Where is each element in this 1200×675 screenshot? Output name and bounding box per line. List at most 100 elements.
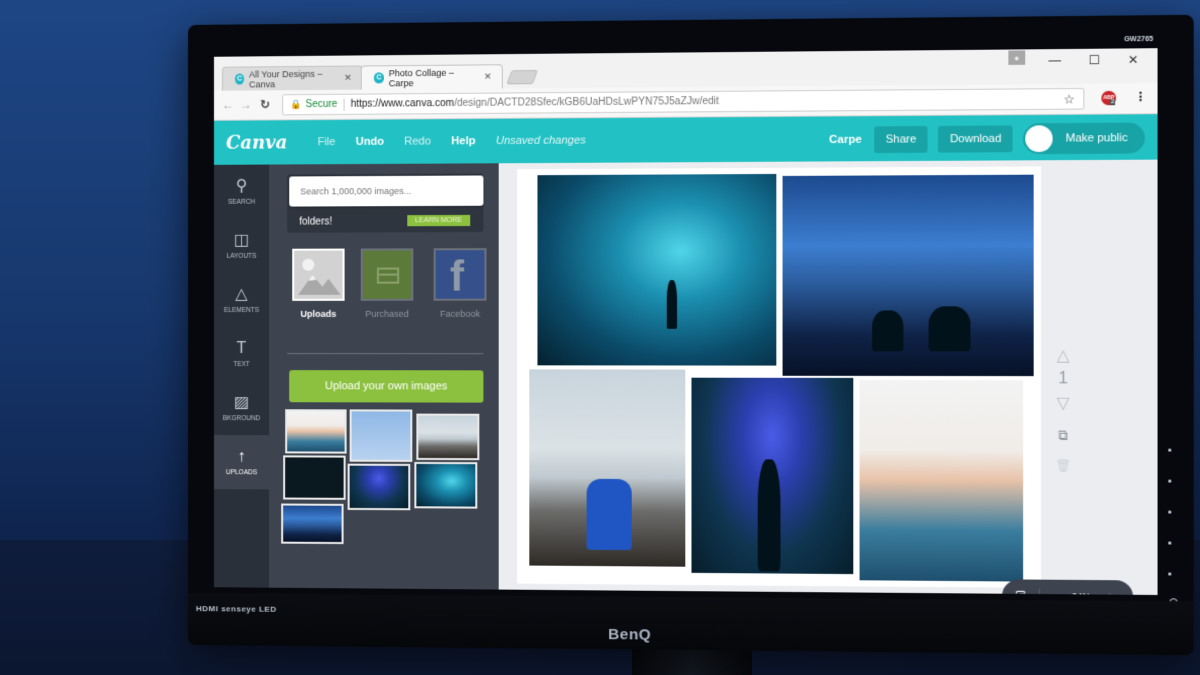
source-facebook[interactable]: f Facebook: [424, 248, 495, 319]
close-tab-icon[interactable]: ✕: [484, 71, 492, 82]
menu-redo[interactable]: Redo: [404, 135, 431, 147]
rail-item-uploads[interactable]: ↑ UPLOADS: [213, 435, 270, 490]
address-bar[interactable]: 🔒 Secure https://www.canva.com /design/D…: [282, 87, 1085, 116]
menu-file[interactable]: File: [318, 136, 336, 148]
design-page[interactable]: [517, 166, 1042, 588]
source-uploads[interactable]: Uploads: [283, 248, 354, 319]
duplicate-page-icon[interactable]: ⧉: [1051, 428, 1076, 445]
upload-thumbnail[interactable]: [281, 503, 344, 545]
close-tab-icon[interactable]: ✕: [344, 73, 352, 84]
menu-undo[interactable]: Undo: [356, 136, 384, 148]
make-public-label: Make public: [1065, 131, 1128, 145]
upload-thumbnail[interactable]: [347, 463, 411, 511]
monitor-model-label: GW2765: [1123, 35, 1154, 44]
back-icon[interactable]: ←: [222, 98, 234, 112]
monitor: GW2765 C All Your Designs – Canva ✕ C Ph…: [188, 14, 1194, 656]
upload-thumbnail[interactable]: [283, 455, 346, 500]
tab-title: Photo Collage – Carpe: [388, 67, 454, 88]
secure-label: Secure: [305, 98, 338, 111]
upload-thumbnail[interactable]: [414, 461, 478, 509]
monitor-button[interactable]: [1168, 541, 1172, 545]
rail-item-elements[interactable]: △ ELEMENTS: [214, 273, 269, 327]
rail-item-text[interactable]: T TEXT: [214, 327, 269, 381]
rail-item-search[interactable]: ⚲ SEARCH: [214, 165, 269, 219]
collage-photo-blue-smoke[interactable]: [689, 375, 856, 577]
page-down-icon[interactable]: ▽: [1051, 393, 1076, 414]
share-button[interactable]: Share: [874, 126, 928, 153]
page-number: 1: [1058, 369, 1068, 388]
editor-sidebar-rail: ⚲ SEARCH ◫ LAYOUTS △ ELEMENTS T TEXT ▨ B…: [213, 164, 270, 588]
source-label: Uploads: [300, 308, 337, 319]
source-label: Facebook: [439, 308, 481, 319]
maximize-icon[interactable]: ☐: [1089, 53, 1100, 68]
promo-text: folders!: [299, 216, 333, 228]
design-name[interactable]: Carpe: [829, 134, 862, 146]
zoom-controls: ⎚ − 64% +: [1002, 579, 1134, 596]
upload-thumbnail[interactable]: [285, 409, 347, 454]
brand-logo: BenQ: [608, 625, 652, 644]
upload-arrow-icon: ↑: [237, 448, 246, 466]
collage-photo-ice-cave[interactable]: [535, 171, 779, 368]
forward-icon[interactable]: →: [240, 98, 252, 112]
design-canvas-area: △ 1 ▽ ⧉ 🗑 ⎚ − 64% +: [498, 159, 1158, 596]
upload-images-button[interactable]: Upload your own images: [289, 370, 484, 403]
divider: [343, 98, 345, 111]
elements-icon: △: [235, 285, 248, 303]
monitor-control-buttons: [1168, 448, 1179, 604]
source-label: Purchased: [365, 308, 409, 319]
browser-menu-icon[interactable]: ⋮: [1134, 90, 1147, 105]
zoom-out-button[interactable]: −: [1040, 588, 1065, 595]
uploads-image-icon: [292, 248, 345, 301]
rail-label: SEARCH: [227, 198, 256, 206]
learn-more-button[interactable]: LEARN MORE: [406, 214, 471, 227]
url-host: https://www.canva.com: [350, 97, 455, 110]
present-icon[interactable]: ⎚: [1002, 588, 1040, 596]
make-public-toggle[interactable]: Make public: [1023, 122, 1145, 155]
upload-thumbnail[interactable]: [349, 409, 413, 462]
monitor-button[interactable]: [1168, 479, 1172, 483]
new-tab-button[interactable]: [506, 69, 539, 85]
collage-photo-night-silhouettes[interactable]: [780, 172, 1036, 379]
save-status: Unsaved changes: [495, 134, 586, 148]
monitor-button[interactable]: [1168, 510, 1172, 514]
lock-icon: 🔒: [290, 99, 302, 110]
source-purchased[interactable]: Purchased: [352, 248, 423, 319]
monitor-button[interactable]: [1168, 448, 1172, 452]
download-button[interactable]: Download: [938, 125, 1013, 153]
rail-item-layouts[interactable]: ◫ LAYOUTS: [214, 219, 269, 273]
toggle-knob: [1025, 125, 1053, 153]
search-icon: ⚲: [235, 177, 248, 195]
upload-thumbnail[interactable]: [416, 413, 480, 461]
browser-tab-photo-collage[interactable]: C Photo Collage – Carpe ✕: [360, 64, 503, 90]
monitor-button[interactable]: [1168, 572, 1172, 576]
image-search-input[interactable]: [289, 175, 484, 207]
collage-photo-hiker-snow[interactable]: [527, 367, 688, 569]
rail-item-background[interactable]: ▨ BKGROUND: [214, 381, 269, 435]
monitor-chin: HDMI senseye LED BenQ: [188, 593, 1194, 656]
facebook-icon: f: [433, 248, 487, 301]
canva-logo[interactable]: Canva: [226, 132, 287, 153]
rail-label: BKGROUND: [222, 415, 261, 423]
background-icon: ▨: [233, 394, 250, 412]
layouts-icon: ◫: [233, 231, 250, 249]
close-window-icon[interactable]: ✕: [1128, 52, 1139, 67]
tab-title: All Your Designs – Canva: [248, 68, 323, 90]
delete-page-icon[interactable]: 🗑: [1051, 458, 1076, 473]
collage-photo-girl-tattoo[interactable]: [857, 377, 1026, 584]
rail-label: ELEMENTS: [223, 306, 260, 314]
rail-label: LAYOUTS: [226, 252, 257, 260]
canva-header: Canva File Undo Redo Help Unsaved change…: [213, 114, 1158, 165]
reload-icon[interactable]: ↻: [260, 97, 270, 111]
ports-label: HDMI senseye LED: [195, 604, 277, 614]
zoom-level[interactable]: 64%: [1065, 591, 1097, 595]
uploads-panel: folders! LEARN MORE Uploads Purc: [269, 163, 499, 590]
profile-icon[interactable]: ●: [1008, 50, 1026, 65]
minimize-icon[interactable]: —: [1048, 53, 1061, 68]
bookmark-star-icon[interactable]: ☆: [1063, 92, 1074, 106]
text-icon: T: [236, 340, 247, 358]
zoom-in-button[interactable]: +: [1097, 589, 1122, 595]
page-tools: △ 1 ▽ ⧉ 🗑: [1051, 345, 1076, 473]
menu-help[interactable]: Help: [451, 135, 475, 147]
page-up-icon[interactable]: △: [1051, 345, 1076, 366]
browser-tab-all-designs[interactable]: C All Your Designs – Canva ✕: [221, 65, 363, 91]
